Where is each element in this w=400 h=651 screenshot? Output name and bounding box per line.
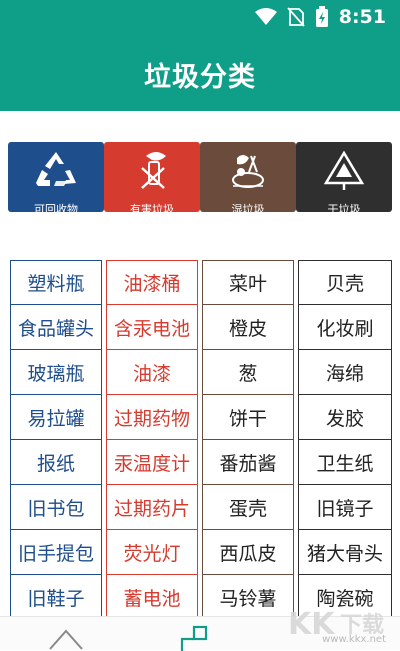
category-english: HOUSEHOLD FOOD WASTE: [202, 219, 294, 227]
item-cell[interactable]: 油漆: [106, 350, 198, 395]
item-cell[interactable]: 橙皮: [202, 305, 294, 350]
category-card-hazardous[interactable]: 有害垃圾 HAZARDOUS WASTE: [104, 142, 200, 227]
item-cell[interactable]: 西瓜皮: [202, 530, 294, 575]
category-english: HAZARDOUS WASTE: [117, 219, 187, 227]
category-column: 贝壳 化妆刷 海绵 发胶 卫生纸 旧镜子 猪大骨头 陶瓷碗: [298, 260, 392, 620]
item-cell[interactable]: 过期药物: [106, 395, 198, 440]
category-english: RECYCLABLE WASTE: [21, 219, 91, 227]
category-name: 干垃圾: [327, 203, 361, 216]
status-bar: 8:51: [0, 0, 400, 35]
item-cell[interactable]: 玻璃瓶: [10, 350, 102, 395]
wifi-icon: [254, 8, 277, 25]
item-cell[interactable]: 海绵: [298, 350, 392, 395]
status-icons: 8:51: [254, 6, 386, 28]
category-english: RESIDUAL WASTE: [313, 219, 375, 227]
item-cell[interactable]: 发胶: [298, 395, 392, 440]
item-cell[interactable]: 旧镜子: [298, 485, 392, 530]
item-cell[interactable]: 旧书包: [10, 485, 102, 530]
category-column: 油漆桶 含汞电池 油漆 过期药物 汞温度计 过期药片 荧光灯 蓄电池: [106, 260, 198, 620]
category-column: 塑料瓶 食品罐头 玻璃瓶 易拉罐 报纸 旧书包 旧手提包 旧鞋子: [10, 260, 102, 620]
item-cell[interactable]: 易拉罐: [10, 395, 102, 440]
item-cell[interactable]: 含汞电池: [106, 305, 198, 350]
page-title: 垃圾分类: [144, 62, 256, 93]
hazard-icon: [104, 150, 200, 189]
category-card-food-waste[interactable]: 湿垃圾 HOUSEHOLD FOOD WASTE: [200, 142, 296, 227]
item-cell[interactable]: 葱: [202, 350, 294, 395]
category-card-recyclable[interactable]: 可回收物 RECYCLABLE WASTE: [8, 142, 104, 227]
item-cell[interactable]: 过期药片: [106, 485, 198, 530]
item-cell[interactable]: 塑料瓶: [10, 260, 102, 305]
item-cell[interactable]: 猪大骨头: [298, 530, 392, 575]
category-column: 菜叶 橙皮葱饼干 番茄酱 蛋壳 西瓜皮 马铃薯: [202, 260, 294, 620]
battery-charging-icon: [315, 6, 328, 27]
recycle-icon: [8, 150, 104, 188]
item-cell[interactable]: 蓄电池: [106, 575, 198, 620]
item-cell[interactable]: 马铃薯: [202, 575, 294, 620]
food-waste-icon: [200, 150, 296, 188]
item-cell[interactable]: 食品罐头: [10, 305, 102, 350]
item-cell[interactable]: 旧鞋子: [10, 575, 102, 620]
item-cell[interactable]: 菜叶: [202, 260, 294, 305]
item-cell[interactable]: 卫生纸: [298, 440, 392, 485]
item-cell[interactable]: 蛋壳: [202, 485, 294, 530]
category-icon[interactable]: [180, 625, 214, 651]
item-cell[interactable]: 报纸: [10, 440, 102, 485]
item-cell[interactable]: 贝壳: [298, 260, 392, 305]
watermark-url: www.kkx.net: [322, 634, 386, 645]
item-cell[interactable]: 番茄酱: [202, 440, 294, 485]
item-cell[interactable]: 油漆桶: [106, 260, 198, 305]
item-cell[interactable]: 旧手提包: [10, 530, 102, 575]
item-cell[interactable]: 饼干: [202, 395, 294, 440]
no-sim-icon: [287, 7, 305, 27]
item-grid: 塑料瓶 食品罐头 玻璃瓶 易拉罐 报纸 旧书包 旧手提包 旧鞋子 油漆桶 含汞电池 油漆 过期药物 汞温…: [10, 260, 392, 620]
residual-icon: [296, 150, 392, 190]
item-cell[interactable]: 汞温度计: [106, 440, 198, 485]
category-name: 可回收物: [34, 203, 78, 216]
category-name: 有害垃圾: [130, 203, 174, 216]
category-name: 湿垃圾: [231, 203, 265, 216]
item-cell[interactable]: 荧光灯: [106, 530, 198, 575]
category-cards: 可回收物 RECYCLABLE WASTE 有害垃圾 HAZARDOUS WAS…: [8, 142, 392, 227]
status-time: 8:51: [338, 6, 386, 28]
category-card-residual[interactable]: 干垃圾 RESIDUAL WASTE: [296, 142, 392, 227]
home-icon[interactable]: [48, 627, 84, 651]
item-cell[interactable]: 化妆刷: [298, 305, 392, 350]
app-bar: 垃圾分类: [0, 35, 400, 111]
